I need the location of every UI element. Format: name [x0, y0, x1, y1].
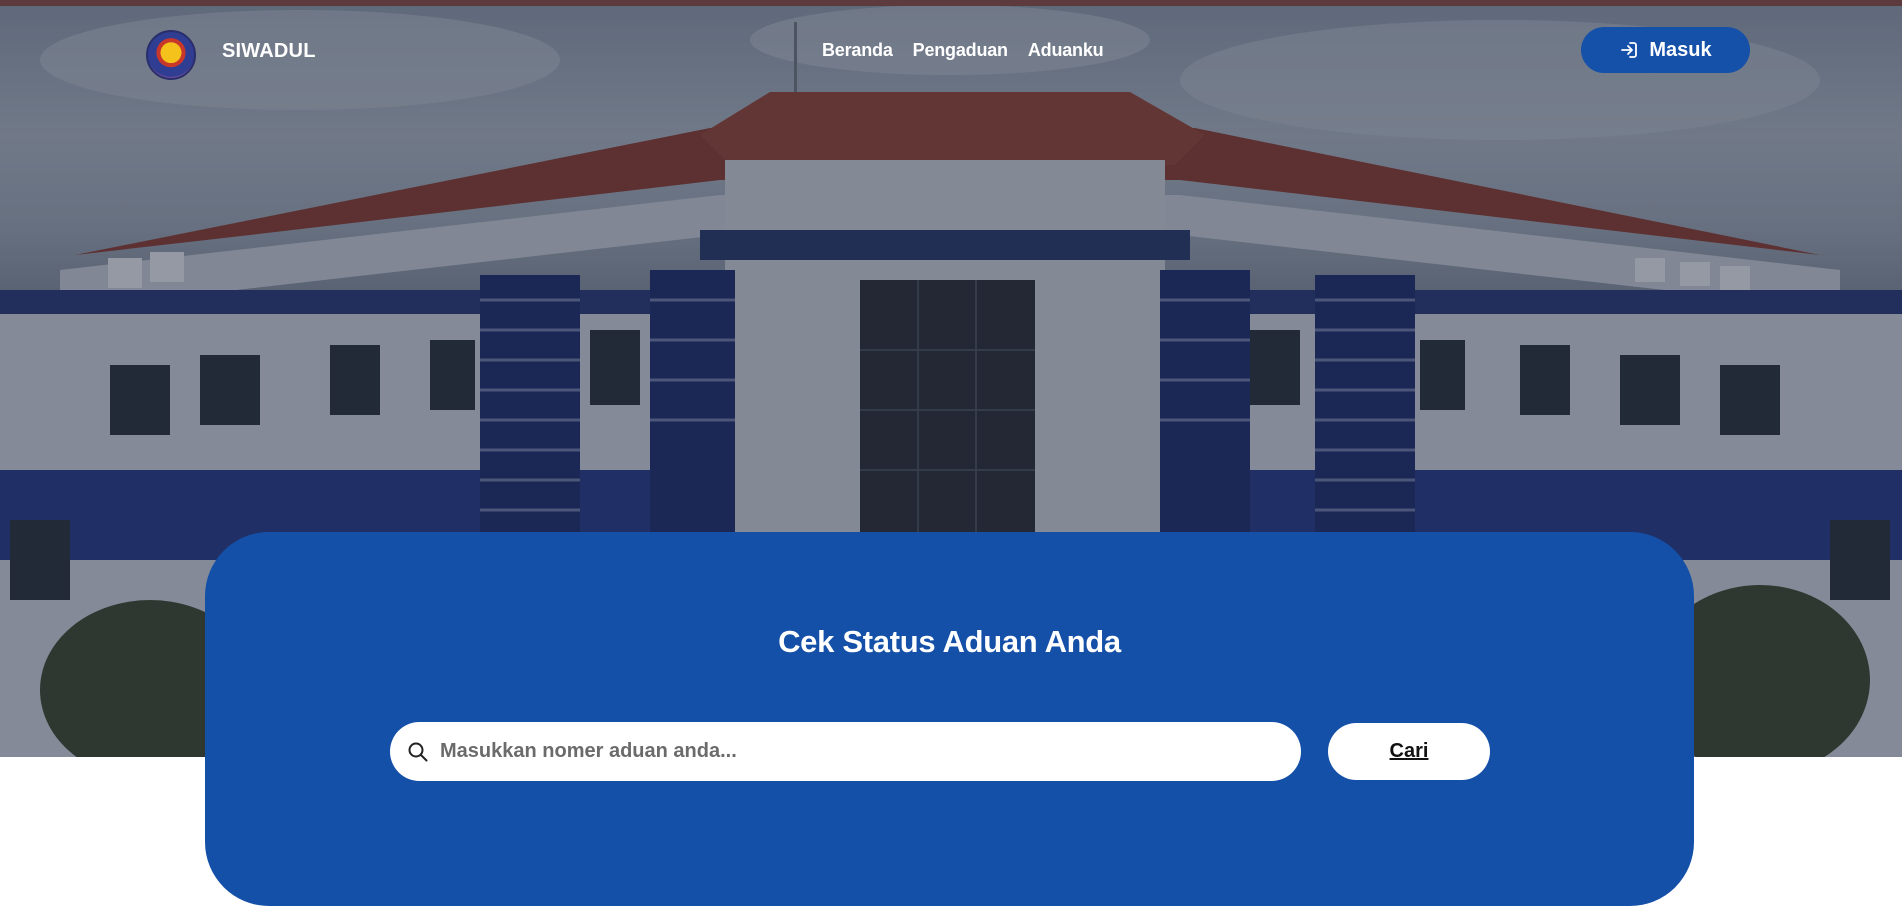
nav-link-aduanku[interactable]: Aduanku — [1028, 40, 1104, 61]
login-arrow-icon — [1619, 40, 1639, 60]
university-emblem-icon[interactable] — [146, 30, 196, 80]
nav-link-pengaduan[interactable]: Pengaduan — [913, 40, 1008, 61]
login-button[interactable]: Masuk — [1581, 27, 1750, 73]
complaint-number-input[interactable] — [440, 730, 1280, 773]
search-icon — [407, 741, 429, 763]
status-check-title: Cek Status Aduan Anda — [778, 624, 1121, 659]
search-button[interactable]: Cari — [1328, 723, 1490, 780]
status-check-card: Cek Status Aduan Anda Cari — [205, 532, 1694, 906]
nav-link-beranda[interactable]: Beranda — [822, 40, 893, 61]
brand-name[interactable]: SIWADUL — [222, 40, 316, 63]
search-box[interactable] — [390, 722, 1301, 781]
login-button-label: Masuk — [1649, 38, 1712, 61]
top-navbar: SIWADUL Beranda Pengaduan Aduanku Masuk — [0, 6, 1902, 94]
main-nav: Beranda Pengaduan Aduanku — [822, 40, 1104, 61]
